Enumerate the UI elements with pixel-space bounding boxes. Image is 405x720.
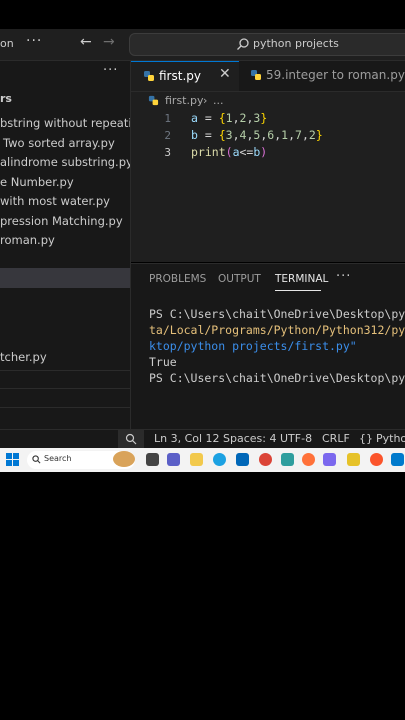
tab-label: 59.integer to roman.py [266, 68, 405, 82]
code-editor[interactable]: first.py › ... 1 2 3 a = {1,2,3} b = {3,… [131, 92, 405, 262]
zoom-button[interactable] [118, 430, 144, 448]
sidebar-file-item[interactable]: pression Matching.py [0, 214, 123, 228]
task-view-icon[interactable] [146, 453, 159, 466]
app-icon[interactable] [347, 453, 360, 466]
chrome-icon[interactable] [259, 453, 272, 466]
notepad-icon[interactable] [281, 453, 294, 466]
python-file-icon [251, 70, 261, 80]
title-bar: on ··· ← → python projects [0, 29, 405, 61]
line-number: 2 [164, 129, 171, 142]
sidebar-file-item[interactable]: roman.py [0, 233, 55, 247]
arrow-left-icon[interactable]: ← [80, 34, 92, 50]
section-divider [0, 388, 130, 389]
section-divider [0, 370, 130, 371]
editor-tabs: first.py ✕ 59.integer to roman.py [131, 61, 405, 92]
tab-problems[interactable]: PROBLEMS [149, 273, 206, 285]
search-label: Search [44, 454, 72, 463]
windows-taskbar: Search [0, 448, 405, 472]
edge-icon[interactable] [213, 453, 226, 466]
sidebar-file-item[interactable]: alindrome substring.py [0, 155, 130, 169]
code-line[interactable]: print(a<=b) [191, 145, 267, 159]
brave-icon[interactable] [370, 453, 383, 466]
sidebar-file-item[interactable]: tcher.py [0, 350, 47, 364]
more-icon[interactable]: ··· [103, 63, 118, 78]
terminal-line: True [149, 355, 177, 369]
tab-label: first.py [159, 69, 201, 83]
app-title: on [0, 37, 14, 50]
braces-icon: {} [359, 432, 373, 445]
code-line[interactable]: b = {3,4,5,6,1,7,2} [191, 128, 323, 142]
firefox-icon[interactable] [302, 453, 315, 466]
terminal-line: ktop/python projects/first.py" [149, 339, 357, 353]
indentation[interactable]: Spaces: 4 [223, 432, 276, 445]
teams-icon[interactable] [167, 453, 180, 466]
sidebar-file-item[interactable]: Two sorted array.py [3, 136, 115, 150]
command-center-search[interactable]: python projects [129, 33, 405, 56]
encoding[interactable]: UTF-8 [280, 432, 312, 445]
cursor-position[interactable]: Ln 3, Col 12 [154, 432, 220, 445]
sidebar-file-item[interactable]: e Number.py [0, 175, 74, 189]
python-file-icon [144, 71, 154, 81]
language-mode[interactable]: Python [376, 432, 405, 445]
app-icon[interactable] [323, 453, 336, 466]
arrow-right-icon[interactable]: → [103, 34, 115, 50]
sidebar-section-header[interactable]: rs [0, 92, 12, 105]
sidebar-file-item[interactable]: with most water.py [0, 194, 110, 208]
end-of-line[interactable]: CRLF [322, 432, 350, 445]
python-file-icon [148, 95, 159, 106]
tab-first-py[interactable]: first.py ✕ [131, 61, 239, 91]
tab-terminal[interactable]: TERMINAL [275, 273, 328, 285]
store-icon[interactable] [236, 453, 249, 466]
close-icon[interactable]: ✕ [219, 66, 231, 82]
zoom-icon [125, 433, 137, 445]
vscode-icon[interactable] [391, 453, 404, 466]
more-icon[interactable]: ··· [26, 33, 42, 49]
file-explorer-icon[interactable] [190, 453, 203, 466]
line-number: 1 [164, 112, 171, 125]
terminal-line: ta/Local/Programs/Python/Python312/pyth [149, 323, 405, 337]
terminal-line: PS C:\Users\chait\OneDrive\Desktop\pyth [149, 307, 405, 321]
tab-output[interactable]: OUTPUT [218, 273, 261, 285]
sidebar-file-item[interactable]: bstring without repeati... [0, 116, 130, 130]
top-black-bar [0, 0, 405, 29]
code-line[interactable]: a = {1,2,3} [191, 111, 267, 125]
breadcrumb-file[interactable]: first.py [165, 94, 203, 107]
status-bar: Ln 3, Col 12 Spaces: 4 UTF-8 CRLF {} Pyt… [0, 429, 405, 448]
explorer-sidebar: ··· rs bstring without repeati... Two so… [0, 61, 131, 429]
line-number: 3 [164, 146, 171, 159]
weather-icon[interactable] [113, 451, 135, 467]
search-icon [32, 455, 41, 464]
windows-start-icon[interactable] [6, 453, 19, 466]
breadcrumb-symbols[interactable]: ... [213, 94, 224, 107]
more-icon[interactable]: ··· [336, 269, 351, 284]
terminal-line: PS C:\Users\chait\OneDrive\Desktop\pyth [149, 371, 405, 385]
active-tab-underline [275, 290, 321, 291]
bottom-panel: PROBLEMS OUTPUT TERMINAL ··· PS C:\Users… [131, 263, 405, 430]
sidebar-selected-item[interactable] [0, 268, 130, 288]
search-icon [237, 38, 249, 50]
section-divider [0, 407, 130, 408]
chevron-right-icon: › [203, 94, 208, 107]
search-text: python projects [253, 37, 339, 50]
